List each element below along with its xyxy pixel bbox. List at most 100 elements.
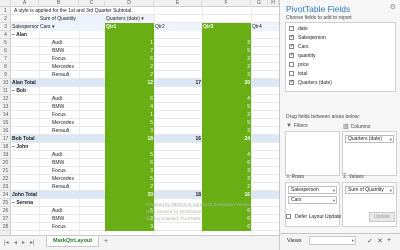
row-number[interactable]: 25 — [0, 199, 11, 207]
qtr2-header[interactable]: Qtr2 — [154, 23, 202, 31]
qtr3-header[interactable]: Qtr3 — [202, 23, 251, 31]
qtr3-cell[interactable] — [202, 143, 251, 151]
qtr1-value[interactable]: 3 — [105, 127, 154, 135]
row-number[interactable]: 16 — [0, 127, 11, 135]
qtr3-value[interactable]: 3 — [202, 71, 251, 79]
field-item[interactable]: Cars — [289, 42, 309, 51]
row-number[interactable]: 12 — [0, 95, 11, 103]
row-number[interactable]: 9 — [0, 71, 11, 79]
row-number[interactable]: 20 — [0, 159, 11, 167]
car-label[interactable]: Renault — [51, 183, 105, 191]
qtr1-cell[interactable] — [105, 143, 154, 151]
qtr3-value[interactable]: 4 — [202, 151, 251, 159]
field-checkbox[interactable] — [289, 33, 294, 41]
row-number[interactable]: 15 — [0, 119, 11, 127]
row-number[interactable]: 24 — [0, 191, 11, 199]
qtr1-value[interactable]: 1 — [105, 111, 154, 119]
qtr3-value[interactable]: 3 — [202, 175, 251, 183]
car-label[interactable]: Focus — [51, 223, 105, 231]
car-label[interactable]: Mercedes — [51, 63, 105, 71]
row-number[interactable]: 21 — [0, 167, 11, 175]
qtr1-value[interactable]: 5 — [105, 175, 154, 183]
chevron-down-icon[interactable]: ▾ — [390, 136, 392, 143]
row-number[interactable]: 28 — [0, 223, 11, 231]
pivot-column-field[interactable]: Quarters (date) ▾ — [105, 15, 154, 23]
qtr3-total[interactable]: 24 — [202, 135, 251, 143]
car-label[interactable]: Audi — [51, 151, 105, 159]
car-label[interactable]: BMW — [51, 47, 105, 55]
rows-chip-cars[interactable]: Cars ▾ — [288, 196, 337, 204]
select-all-corner[interactable] — [0, 0, 11, 7]
qtr1-value[interactable]: 4 — [105, 103, 154, 111]
car-label[interactable]: Focus — [51, 111, 105, 119]
qtr2-total[interactable]: 17 — [154, 79, 202, 87]
qtr3-total[interactable]: 16 — [202, 191, 251, 199]
car-label[interactable]: Mercedes — [51, 175, 105, 183]
qtr3-cell[interactable] — [202, 87, 251, 95]
row-number[interactable]: 17 — [0, 135, 11, 143]
qtr1-value[interactable]: 5 — [105, 119, 154, 127]
row-number[interactable]: 14 — [0, 111, 11, 119]
field-checkbox[interactable] — [289, 78, 294, 86]
car-label[interactable]: Focus — [51, 167, 105, 175]
row-number[interactable]: 4 — [0, 31, 11, 39]
car-label[interactable]: Audi — [51, 207, 105, 215]
qtr3-value[interactable]: 4 — [202, 95, 251, 103]
chevron-down-icon[interactable]: ▾ — [352, 238, 354, 244]
field-item[interactable]: total — [289, 70, 307, 78]
field-item[interactable]: quantity — [289, 51, 316, 60]
qtr3-value[interactable]: 6 — [202, 159, 251, 167]
qtr3-cell[interactable] — [202, 31, 251, 39]
qtr1-cell[interactable] — [105, 87, 154, 95]
next-sheet-icon[interactable]: ▸ — [22, 239, 25, 246]
qtr1-header[interactable]: Qtr1 — [105, 23, 154, 31]
row-number[interactable]: 19 — [0, 151, 11, 159]
col-header-d[interactable]: D — [105, 0, 154, 7]
filter-dropdown-icon[interactable]: ▾ — [52, 24, 55, 30]
prev-sheet-icon[interactable]: ◂ — [14, 239, 17, 246]
col-header-a[interactable]: A — [11, 0, 39, 7]
row-number[interactable]: 8 — [0, 63, 11, 71]
car-label[interactable]: BMW — [51, 159, 105, 167]
add-sheet-icon[interactable]: + — [104, 238, 108, 245]
qtr3-value[interactable]: 5 — [202, 103, 251, 111]
salesperson-total-label[interactable]: Alan Total — [11, 79, 105, 87]
row-number[interactable]: 7 — [0, 55, 11, 63]
salesperson-group[interactable]: − Serena — [11, 199, 71, 207]
field-item[interactable]: price — [289, 61, 309, 69]
salesperson-group[interactable]: − John — [11, 143, 71, 151]
field-checkbox[interactable] — [289, 71, 294, 76]
qtr1-value[interactable]: 7 — [105, 47, 154, 55]
chevron-down-icon[interactable]: ▾ — [333, 197, 335, 204]
qtr1-total[interactable]: 12 — [105, 79, 154, 87]
qtr1-value[interactable]: 6 — [105, 95, 154, 103]
salesperson-group[interactable]: − Bob — [11, 87, 71, 95]
col-header-g[interactable]: G — [251, 0, 268, 7]
pivot-data-field[interactable]: Sum of Quantity — [39, 15, 105, 23]
row-number[interactable]: 27 — [0, 215, 11, 223]
col-header-h[interactable]: H — [268, 0, 279, 7]
qtr3-total[interactable]: 20 — [202, 79, 251, 87]
qtr1-value[interactable]: 5 — [105, 151, 154, 159]
salesperson-header[interactable]: Salesperson ▾ — [11, 23, 44, 31]
qtr2-total[interactable]: 18 — [154, 191, 202, 199]
car-label[interactable]: Audi — [51, 95, 105, 103]
filters-area[interactable]: ▼ Filters — [285, 123, 340, 176]
qtr3-value[interactable]: 6 — [202, 223, 251, 231]
qtr3-value[interactable]: 5 — [202, 47, 251, 55]
qtr1-value[interactable]: 6 — [105, 55, 154, 63]
col-header-f[interactable]: F — [202, 0, 251, 7]
values-chip[interactable]: Sum of Quantity ▾ — [345, 186, 394, 194]
qtr1-value[interactable]: 3 — [105, 167, 154, 175]
qtr1-value[interactable]: 1 — [105, 39, 154, 47]
car-label[interactable]: BMW — [51, 215, 105, 223]
qtr3-value[interactable]: 2 — [202, 183, 251, 191]
filter-dropdown-icon[interactable]: ▾ — [141, 16, 144, 22]
field-item[interactable]: Salesperson — [289, 33, 326, 42]
close-icon[interactable]: ✕ — [377, 237, 383, 245]
rows-chip-salesperson[interactable]: Salesperson ▾ — [288, 186, 337, 194]
car-label[interactable]: Renault — [51, 71, 105, 79]
defer-checkbox[interactable] — [286, 214, 291, 219]
columns-area[interactable]: ▥ Columns Quarters (date) ▾ — [342, 124, 397, 176]
row-number[interactable]: 11 — [0, 87, 11, 95]
